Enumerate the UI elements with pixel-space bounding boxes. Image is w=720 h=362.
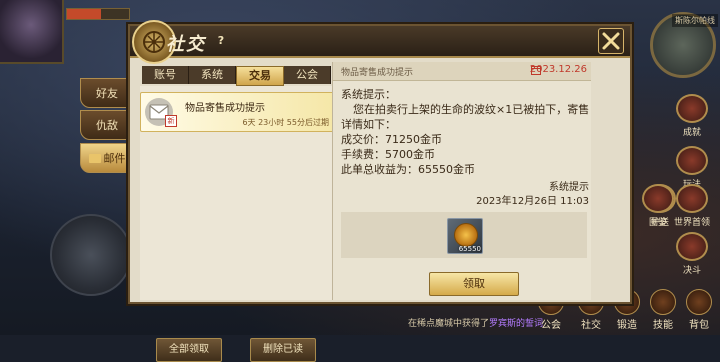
bottom-bag-button[interactable]: 背包 xyxy=(682,289,716,331)
close-icon xyxy=(602,32,620,50)
mail-body-line: 手续费：5700金币 xyxy=(341,148,435,161)
tab-trade[interactable]: 交易 xyxy=(236,66,284,86)
hud-label: 世界首领 xyxy=(674,218,711,228)
mail-body-line: 您在拍卖行上架的生命的波纹×1已被拍下，寄售 xyxy=(353,103,590,116)
achievement-icon xyxy=(676,94,708,123)
mail-body-line: 成交价：71250金币 xyxy=(341,133,442,146)
bottom-label: 背包 xyxy=(689,320,709,331)
bottom-label: 锻造 xyxy=(617,320,637,331)
mail-category-tabs: 账号 系统 交易 公会 xyxy=(142,66,331,86)
hud-label: 图鉴 xyxy=(648,218,667,228)
mail-body-line: 此单总收益为：65550金币 xyxy=(341,163,475,176)
world-boss-icon xyxy=(676,184,708,213)
player-health-bar xyxy=(66,8,130,20)
mail-detail-header: 物品寄售成功提示 2023.12.26 xyxy=(333,62,591,81)
skill-icon xyxy=(650,289,676,315)
mail-title: 物品寄售成功提示 xyxy=(185,103,265,114)
mail-icon xyxy=(88,153,101,163)
claim-button[interactable]: 领取 xyxy=(429,272,519,296)
codex-icon xyxy=(642,184,674,213)
gameplay-icon xyxy=(676,146,708,175)
side-tab-friends[interactable]: 好友 xyxy=(80,78,134,108)
bag-icon xyxy=(686,289,712,315)
mail-list: 新 物品寄售成功提示 6天 23小时 55分后过期 全部领取 删除已读 xyxy=(140,86,334,362)
delete-read-button[interactable]: 删除已读 xyxy=(250,338,316,362)
tab-account[interactable]: 账号 xyxy=(142,66,189,84)
bottom-skill-button[interactable]: 技能 xyxy=(646,289,680,331)
tab-guild[interactable]: 公会 xyxy=(284,66,331,84)
mail-date: 2023.12.26 xyxy=(529,64,587,75)
attachment-quantity: 65550 xyxy=(458,245,481,253)
player-avatar[interactable] xyxy=(0,0,64,64)
bottom-label: 公会 xyxy=(541,320,561,331)
hud-duel-button[interactable]: 决斗 xyxy=(674,232,710,276)
attachment-area: 65550 xyxy=(341,212,587,258)
panel-titlebar: 社交 ? xyxy=(130,20,630,64)
list-item[interactable]: 新 物品寄售成功提示 6天 23小时 55分后过期 xyxy=(140,92,334,132)
hud-world-boss-button[interactable]: 世界首领 xyxy=(674,184,710,228)
duel-icon xyxy=(676,232,708,261)
mail-subject: 物品寄售成功提示 xyxy=(341,68,414,78)
side-tab-label: 邮件 xyxy=(103,152,126,165)
chat-text: 在稀点魔城中获得了 xyxy=(408,319,490,329)
side-tab-label: 仇敌 xyxy=(96,119,118,132)
gold-coin-icon xyxy=(454,223,478,247)
claim-all-button[interactable]: 全部领取 xyxy=(156,338,222,362)
panel-title: 社交 xyxy=(166,34,206,55)
side-tab-mail[interactable]: 邮件 xyxy=(80,143,134,173)
new-mail-badge: 新 xyxy=(165,115,177,127)
hud-codex-button[interactable]: 图鉴 xyxy=(640,184,676,228)
map-name: 斯陈尔帕线 xyxy=(672,14,718,27)
virtual-joystick[interactable] xyxy=(50,214,132,296)
close-button[interactable] xyxy=(598,28,624,54)
help-button[interactable]: ? xyxy=(214,34,228,48)
hud-achievement-button[interactable]: 成就 xyxy=(674,94,710,138)
side-tab-enemies[interactable]: 仇敌 xyxy=(80,110,134,140)
mail-timestamp: 2023年12月26日 11:03 xyxy=(476,196,589,207)
mail-expiry: 6天 23小时 55分后过期 xyxy=(242,118,329,127)
mail-body-line: 详情如下： xyxy=(341,118,396,131)
chat-message[interactable]: 在稀点魔城中获得了罗宾斯的誓词 xyxy=(408,316,543,329)
hud-label: 决斗 xyxy=(682,266,701,276)
tab-system[interactable]: 系统 xyxy=(189,66,236,84)
gold-coin-attachment[interactable]: 65550 xyxy=(447,218,483,254)
side-tab-label: 好友 xyxy=(96,87,118,100)
right-hud: 斯陈尔帕线 成就 玩法 护送 世界首领 决斗 xyxy=(640,0,720,335)
mail-body-line: 系统提示： xyxy=(341,88,396,101)
social-panel: 社交 ? 账号 系统 交易 公会 新 物品寄售成功提示 6天 23小时 55分后… xyxy=(128,20,632,362)
mail-detail: 物品寄售成功提示 2023.12.26 系统提示： 您在拍卖行上架的生命的波纹×… xyxy=(332,62,591,300)
bottom-label: 技能 xyxy=(653,320,673,331)
hud-label: 成就 xyxy=(682,128,701,138)
mail-sender: 系统提示 xyxy=(549,182,589,193)
bottom-label: 社交 xyxy=(581,320,601,331)
